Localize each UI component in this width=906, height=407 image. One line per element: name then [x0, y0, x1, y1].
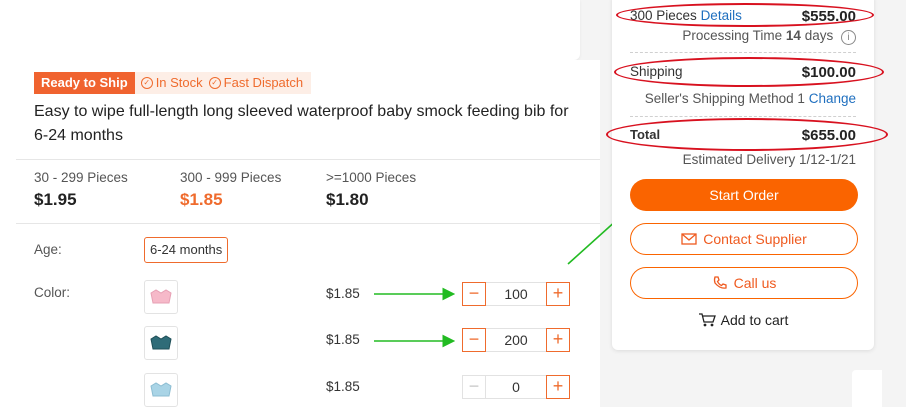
- color-label: Color:: [34, 285, 71, 300]
- product-info-panel: Ready to Ship ✓ In Stock ✓ Fast Dispatch…: [0, 60, 600, 407]
- color-swatch-light-blue[interactable]: [144, 373, 178, 407]
- divider: [16, 223, 600, 224]
- shipping-method-text: Seller's Shipping Method 1: [644, 91, 805, 106]
- dispatch-badge: ✓ In Stock ✓ Fast Dispatch: [134, 72, 312, 94]
- bib-image: [150, 289, 172, 304]
- divider: [630, 52, 856, 53]
- phone-icon: [713, 276, 727, 289]
- call-us-button[interactable]: Call us: [630, 267, 858, 299]
- product-title: Easy to wipe full-length long sleeved wa…: [34, 103, 569, 144]
- tier-quantity: 300 - 999 Pieces: [180, 170, 282, 185]
- processing-time: Processing Time 14 days i: [682, 28, 856, 45]
- contact-supplier-button[interactable]: Contact Supplier: [630, 223, 858, 255]
- price-tier: 300 - 999 Pieces $1.85: [180, 170, 281, 210]
- decrement-button[interactable]: −: [462, 328, 486, 352]
- quantity-input[interactable]: 100: [486, 282, 546, 306]
- add-to-cart-button[interactable]: Add to cart: [612, 312, 874, 328]
- color-swatch-pink[interactable]: [144, 280, 178, 314]
- fast-dispatch-label: Fast Dispatch: [223, 75, 304, 90]
- estimated-delivery: Estimated Delivery 1/12-1/21: [682, 152, 856, 167]
- divider: [630, 116, 856, 117]
- quantity-stepper: − 200 +: [462, 328, 570, 352]
- side-widget: [852, 370, 882, 407]
- annotation-arrows: [374, 287, 456, 348]
- ready-to-ship-badge: Ready to Ship: [34, 72, 135, 94]
- price-tier: 30 - 299 Pieces $1.95: [34, 170, 128, 210]
- decrement-button[interactable]: −: [462, 375, 486, 399]
- mail-icon: [681, 233, 697, 245]
- cart-icon: [698, 313, 716, 327]
- divider: [16, 159, 600, 160]
- quantity-input[interactable]: 0: [486, 375, 546, 399]
- quantity-input[interactable]: 200: [486, 328, 546, 352]
- add-to-cart-label: Add to cart: [720, 312, 789, 328]
- tier-price: $1.95: [34, 190, 77, 209]
- processing-unit: days: [804, 28, 834, 43]
- bib-image: [150, 335, 172, 350]
- age-label: Age:: [34, 242, 62, 257]
- color-swatch-teal[interactable]: [144, 326, 178, 360]
- check-circle-icon: ✓: [208, 77, 221, 89]
- in-stock-label: In Stock: [155, 75, 203, 90]
- badge-group: Ready to Ship ✓ In Stock ✓ Fast Dispatch: [34, 72, 312, 94]
- processing-label: Processing Time: [682, 28, 783, 43]
- processing-days: 14: [785, 28, 801, 43]
- check-circle-icon: ✓: [140, 77, 153, 89]
- increment-button[interactable]: +: [546, 328, 570, 352]
- quantity-stepper: − 100 +: [462, 282, 570, 306]
- contact-supplier-label: Contact Supplier: [703, 231, 807, 247]
- variant-price: $1.85: [326, 379, 360, 394]
- price-tier: >=1000 Pieces $1.80: [326, 170, 416, 210]
- tier-price: $1.80: [326, 190, 369, 209]
- decrement-button[interactable]: −: [462, 282, 486, 306]
- start-order-button[interactable]: Start Order: [630, 179, 858, 211]
- increment-button[interactable]: +: [546, 375, 570, 399]
- annotation-circle-total: [606, 118, 888, 151]
- change-shipping-link[interactable]: Change: [809, 91, 856, 106]
- variant-price: $1.85: [326, 286, 360, 301]
- tier-quantity: 30 - 299 Pieces: [34, 170, 128, 185]
- quantity-stepper: − 0 +: [462, 375, 570, 399]
- annotation-circle-shipping: [614, 57, 884, 87]
- info-icon[interactable]: i: [841, 30, 856, 45]
- tier-quantity: >=1000 Pieces: [326, 170, 417, 185]
- increment-button[interactable]: +: [546, 282, 570, 306]
- bib-image: [150, 382, 172, 397]
- call-us-label: Call us: [733, 275, 777, 291]
- shipping-method: Seller's Shipping Method 1 Change: [645, 91, 856, 106]
- tier-price: $1.85: [180, 190, 223, 209]
- age-option-chip[interactable]: 6-24 months: [144, 237, 229, 263]
- variant-price: $1.85: [326, 332, 360, 347]
- product-gallery-card: [0, 0, 580, 60]
- annotation-circle-pieces: [616, 3, 874, 27]
- order-summary-panel: 300 Pieces Details $555.00 Processing Ti…: [612, 0, 874, 350]
